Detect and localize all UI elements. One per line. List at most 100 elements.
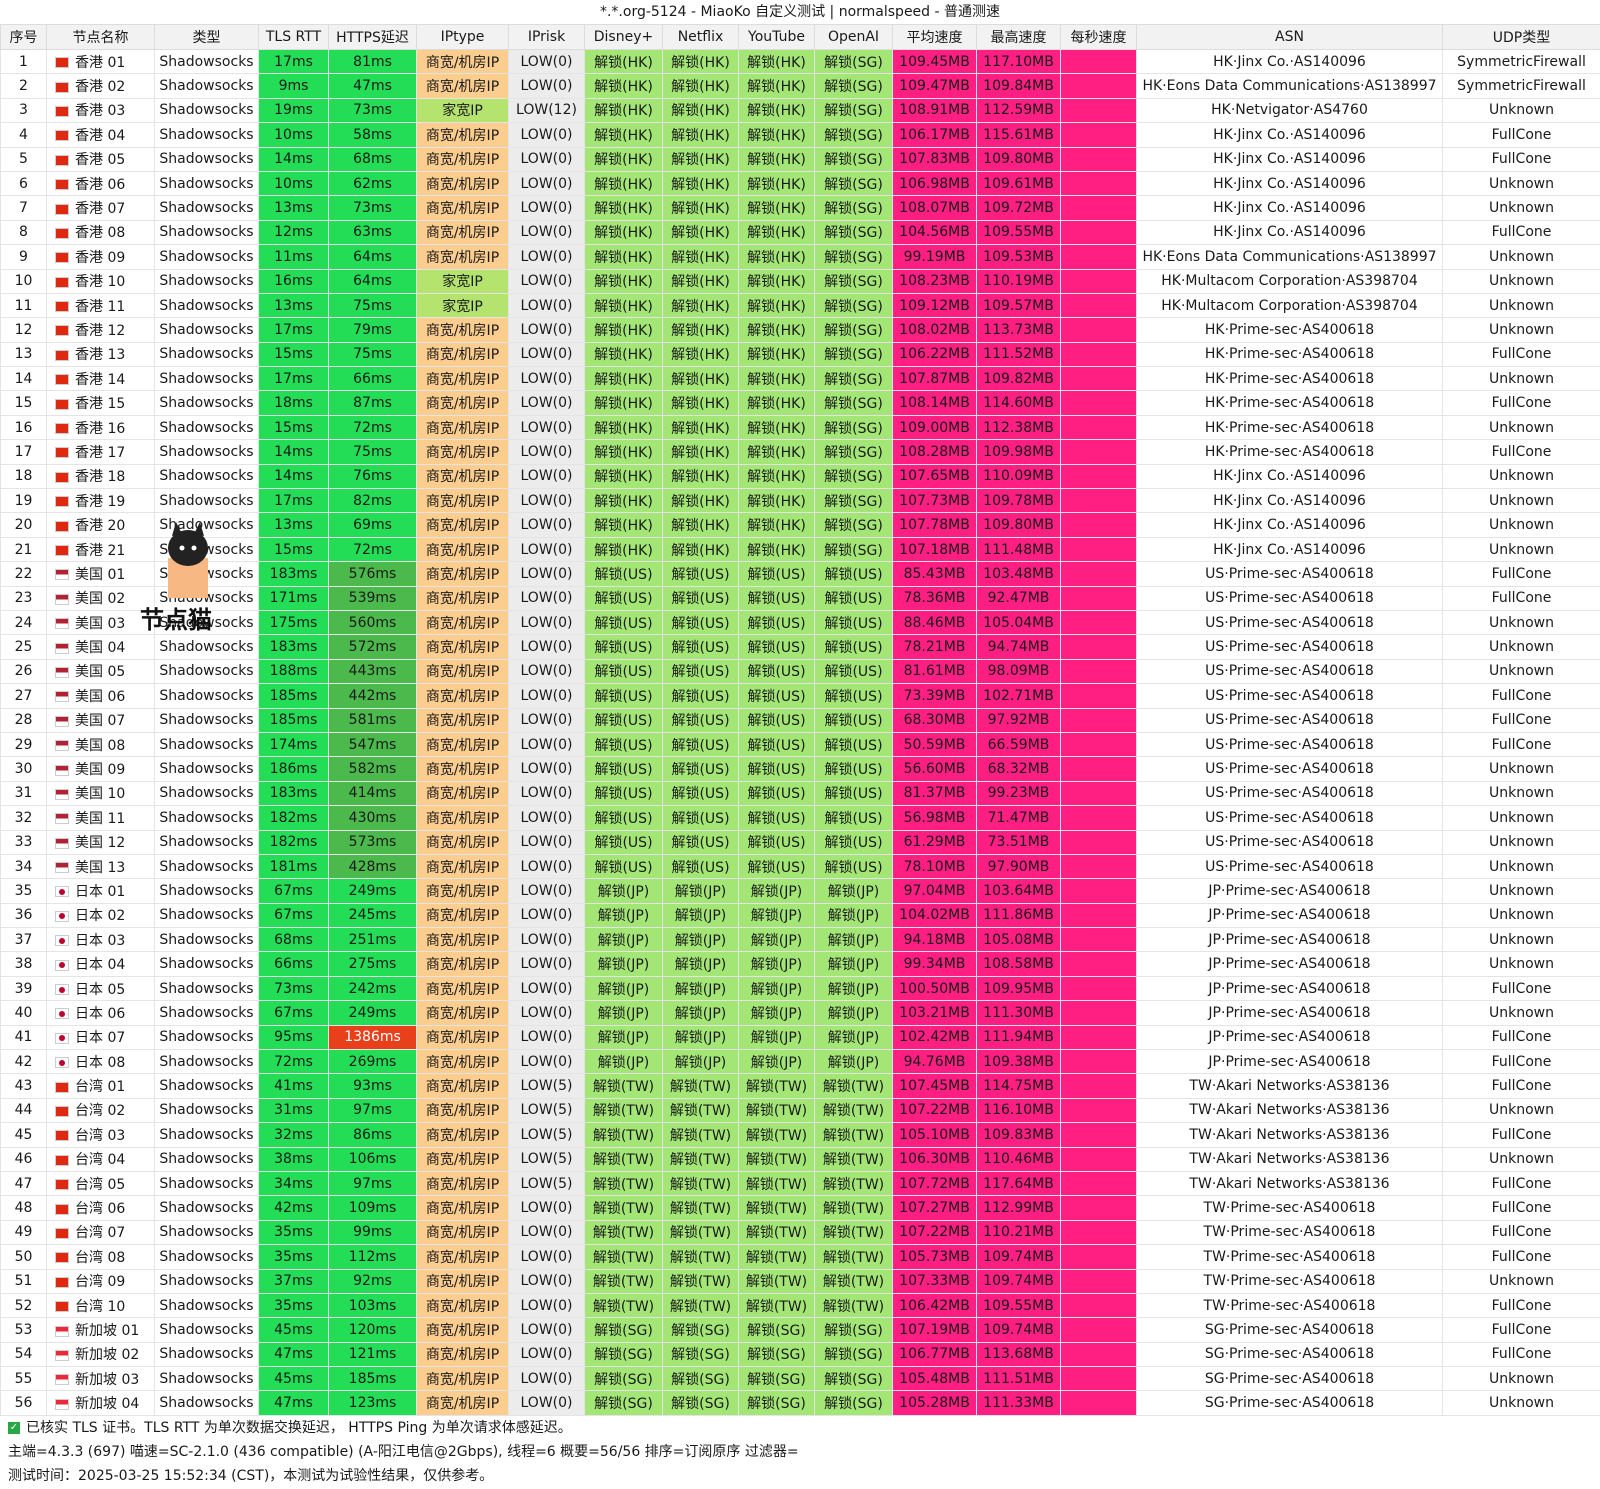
table-row[interactable]: 15 香港 15 Shadowsocks 18ms 87ms 商宽/机房IP LOW(0) 解… (0, 390, 1600, 416)
tls-rtt: 175ms (258, 609, 329, 636)
footer-line-3: 测试时间：2025-03-25 15:52:34 (CST)，本测试为试验性结果… (8, 1467, 494, 1484)
column-header[interactable]: 最高速度 (976, 24, 1061, 50)
ip-risk: LOW(0) (508, 634, 585, 660)
table-row[interactable]: 45 台湾 03 Shadowsocks 32ms 86ms 商宽/机房IP LOW(5) 解… (0, 1122, 1600, 1148)
column-header[interactable]: UDP类型 (1442, 24, 1600, 50)
openai-status: 解锁(US) (814, 634, 893, 660)
max-speed: 111.86MB (976, 902, 1061, 929)
table-row[interactable]: 30 美国 09 Shadowsocks 186ms 582ms 商宽/机房IP LOW(0… (0, 756, 1600, 782)
https-latency: 430ms (328, 805, 417, 831)
https-latency: 97ms (328, 1097, 417, 1124)
table-row[interactable]: 5 香港 05 Shadowsocks 14ms 68ms 商宽/机房IP LOW(0) 解锁… (0, 146, 1600, 172)
table-row[interactable]: 19 香港 19 Shadowsocks 17ms 82ms 商宽/机房IP LOW(0) 解… (0, 488, 1600, 514)
table-row[interactable]: 44 台湾 02 Shadowsocks 31ms 97ms 商宽/机房IP LOW(5) 解… (0, 1097, 1600, 1124)
table-row[interactable]: 13 香港 13 Shadowsocks 15ms 75ms 商宽/机房IP LOW(0) 解… (0, 341, 1600, 368)
table-row[interactable]: 11 香港 11 Shadowsocks 13ms 75ms 家宽IP LOW(0) 解锁(H… (0, 292, 1600, 319)
table-row[interactable]: 41 日本 07 Shadowsocks 95ms 1386ms 商宽/机房IP LOW(0… (0, 1024, 1600, 1051)
table-row[interactable]: 26 美国 05 Shadowsocks 188ms 443ms 商宽/机房IP LOW(0… (0, 658, 1600, 685)
row-index: 27 (0, 683, 47, 709)
ip-risk: LOW(0) (508, 439, 585, 465)
flag-icon (55, 447, 69, 459)
table-row[interactable]: 14 香港 14 Shadowsocks 17ms 66ms 商宽/机房IP LOW(0) 解… (0, 366, 1600, 392)
table-row[interactable]: 9 香港 09 Shadowsocks 11ms 64ms 商宽/机房IP LOW(0) 解锁… (0, 244, 1600, 270)
table-row[interactable]: 12 香港 12 Shadowsocks 17ms 79ms 商宽/机房IP LOW(0) 解… (0, 317, 1600, 343)
column-header[interactable]: 每秒速度 (1060, 24, 1137, 50)
table-row[interactable]: 7 香港 07 Shadowsocks 13ms 73ms 商宽/机房IP LOW(0) 解锁… (0, 195, 1600, 221)
column-header[interactable]: IPtype (416, 24, 509, 50)
node-type: Shadowsocks (154, 1244, 259, 1270)
table-row[interactable]: 54 新加坡 02 Shadowsocks 47ms 121ms 商宽/机房IP LOW(0… (0, 1341, 1600, 1368)
column-header[interactable]: Disney+ (584, 24, 663, 50)
table-row[interactable]: 29 美国 08 Shadowsocks 174ms 547ms 商宽/机房IP LOW(0… (0, 731, 1600, 758)
table-row[interactable]: 6 香港 06 Shadowsocks 10ms 62ms 商宽/机房IP LOW(0) 解锁… (0, 170, 1600, 197)
column-header[interactable]: HTTPS延迟 (328, 24, 417, 50)
table-row[interactable]: 31 美国 10 Shadowsocks 183ms 414ms 商宽/机房IP LOW(0… (0, 780, 1600, 807)
column-header[interactable]: TLS RTT (258, 24, 329, 50)
udp-type: Unknown (1442, 951, 1600, 977)
openai-status: 解锁(SG) (814, 122, 893, 148)
speed-sparkline (1060, 463, 1137, 490)
table-row[interactable]: 46 台湾 04 Shadowsocks 38ms 106ms 商宽/机房IP LOW(5)… (0, 1146, 1600, 1172)
table-row[interactable]: 16 香港 16 Shadowsocks 15ms 72ms 商宽/机房IP LOW(0) 解… (0, 414, 1600, 441)
table-row[interactable]: 17 香港 17 Shadowsocks 14ms 75ms 商宽/机房IP LOW(0) 解… (0, 439, 1600, 465)
column-header[interactable]: IPrisk (508, 24, 585, 50)
table-row[interactable]: 53 新加坡 01 Shadowsocks 45ms 120ms 商宽/机房IP LOW(0… (0, 1317, 1600, 1343)
table-row[interactable]: 56 新加坡 04 Shadowsocks 47ms 123ms 商宽/机房IP LOW(0… (0, 1390, 1600, 1416)
table-row[interactable]: 47 台湾 05 Shadowsocks 34ms 97ms 商宽/机房IP LOW(5) 解… (0, 1170, 1600, 1197)
table-row[interactable]: 3 香港 03 Shadowsocks 19ms 73ms 家宽IP LOW(12) 解锁(H… (0, 97, 1600, 124)
table-row[interactable]: 36 日本 02 Shadowsocks 67ms 245ms 商宽/机房IP LOW(0)… (0, 902, 1600, 929)
youtube-status: 解锁(HK) (738, 97, 815, 124)
table-row[interactable]: 52 台湾 10 Shadowsocks 35ms 103ms 商宽/机房IP LOW(0)… (0, 1292, 1600, 1319)
table-row[interactable]: 34 美国 13 Shadowsocks 181ms 428ms 商宽/机房IP LOW(0… (0, 853, 1600, 880)
table-row[interactable]: 51 台湾 09 Shadowsocks 37ms 92ms 商宽/机房IP LOW(0) 解… (0, 1268, 1600, 1294)
ip-risk: LOW(0) (508, 244, 585, 270)
table-row[interactable]: 40 日本 06 Shadowsocks 67ms 249ms 商宽/机房IP LOW(0)… (0, 1000, 1600, 1026)
tls-rtt: 13ms (258, 292, 329, 319)
table-row[interactable]: 50 台湾 08 Shadowsocks 35ms 112ms 商宽/机房IP LOW(0)… (0, 1244, 1600, 1270)
disney-status: 解锁(US) (584, 829, 663, 855)
table-row[interactable]: 35 日本 01 Shadowsocks 67ms 249ms 商宽/机房IP LOW(0)… (0, 878, 1600, 904)
node-name: 香港 10 (46, 268, 155, 294)
table-row[interactable]: 28 美国 07 Shadowsocks 185ms 581ms 商宽/机房IP LOW(0… (0, 707, 1600, 733)
table-row[interactable]: 2 香港 02 Shadowsocks 9ms 47ms 商宽/机房IP LOW(0) 解锁(… (0, 73, 1600, 99)
youtube-status: 解锁(HK) (738, 488, 815, 514)
column-header[interactable]: OpenAI (814, 24, 893, 50)
row-index: 16 (0, 414, 47, 441)
youtube-status: 解锁(JP) (738, 1049, 815, 1075)
table-row[interactable]: 39 日本 05 Shadowsocks 73ms 242ms 商宽/机房IP LOW(0)… (0, 975, 1600, 1002)
table-row[interactable]: 33 美国 12 Shadowsocks 182ms 573ms 商宽/机房IP LOW(0… (0, 829, 1600, 855)
table-row[interactable]: 55 新加坡 03 Shadowsocks 45ms 185ms 商宽/机房IP LOW(0… (0, 1366, 1600, 1392)
youtube-status: 解锁(TW) (738, 1146, 815, 1172)
table-row[interactable]: 37 日本 03 Shadowsocks 68ms 251ms 商宽/机房IP LOW(0)… (0, 927, 1600, 953)
ip-type: 商宽/机房IP (416, 1244, 509, 1270)
youtube-status: 解锁(US) (738, 829, 815, 855)
table-row[interactable]: 48 台湾 06 Shadowsocks 42ms 109ms 商宽/机房IP LOW(0)… (0, 1195, 1600, 1221)
https-latency: 81ms (328, 48, 417, 75)
table-row[interactable]: 38 日本 04 Shadowsocks 66ms 275ms 商宽/机房IP LOW(0)… (0, 951, 1600, 977)
tls-rtt: 182ms (258, 829, 329, 855)
column-header[interactable]: 平均速度 (892, 24, 977, 50)
column-header[interactable]: Netflix (662, 24, 739, 50)
speed-sparkline (1060, 146, 1137, 172)
column-header[interactable]: 节点名称 (46, 24, 155, 50)
table-row[interactable]: 27 美国 06 Shadowsocks 185ms 442ms 商宽/机房IP LOW(0… (0, 683, 1600, 709)
row-index: 13 (0, 341, 47, 368)
column-header[interactable]: 序号 (0, 24, 47, 50)
table-row[interactable]: 8 香港 08 Shadowsocks 12ms 63ms 商宽/机房IP LOW(0) 解锁… (0, 219, 1600, 246)
column-header[interactable]: ASN (1136, 24, 1443, 50)
node-type: Shadowsocks (154, 1341, 259, 1368)
column-header[interactable]: YouTube (738, 24, 815, 50)
table-row[interactable]: 43 台湾 01 Shadowsocks 41ms 93ms 商宽/机房IP LOW(5) 解… (0, 1073, 1600, 1099)
table-row[interactable]: 32 美国 11 Shadowsocks 182ms 430ms 商宽/机房IP LOW(0… (0, 805, 1600, 831)
table-row[interactable]: 4 香港 04 Shadowsocks 10ms 58ms 商宽/机房IP LOW(0) 解锁… (0, 122, 1600, 148)
node-type: Shadowsocks (154, 366, 259, 392)
table-row[interactable]: 42 日本 08 Shadowsocks 72ms 269ms 商宽/机房IP LOW(0)… (0, 1049, 1600, 1075)
table-row[interactable]: 18 香港 18 Shadowsocks 14ms 76ms 商宽/机房IP LOW(0) 解… (0, 463, 1600, 490)
node-name-label: 香港 02 (75, 79, 126, 96)
table-row[interactable]: 10 香港 10 Shadowsocks 16ms 64ms 家宽IP LOW(0) 解锁(H… (0, 268, 1600, 294)
flag-icon (55, 642, 69, 654)
table-row[interactable]: 49 台湾 07 Shadowsocks 35ms 99ms 商宽/机房IP LOW(0) 解… (0, 1219, 1600, 1246)
column-header[interactable]: 类型 (154, 24, 259, 50)
node-name: 台湾 01 (46, 1073, 155, 1099)
table-row[interactable]: 1 香港 01 Shadowsocks 17ms 81ms 商宽/机房IP LOW(0) 解锁… (0, 48, 1600, 75)
